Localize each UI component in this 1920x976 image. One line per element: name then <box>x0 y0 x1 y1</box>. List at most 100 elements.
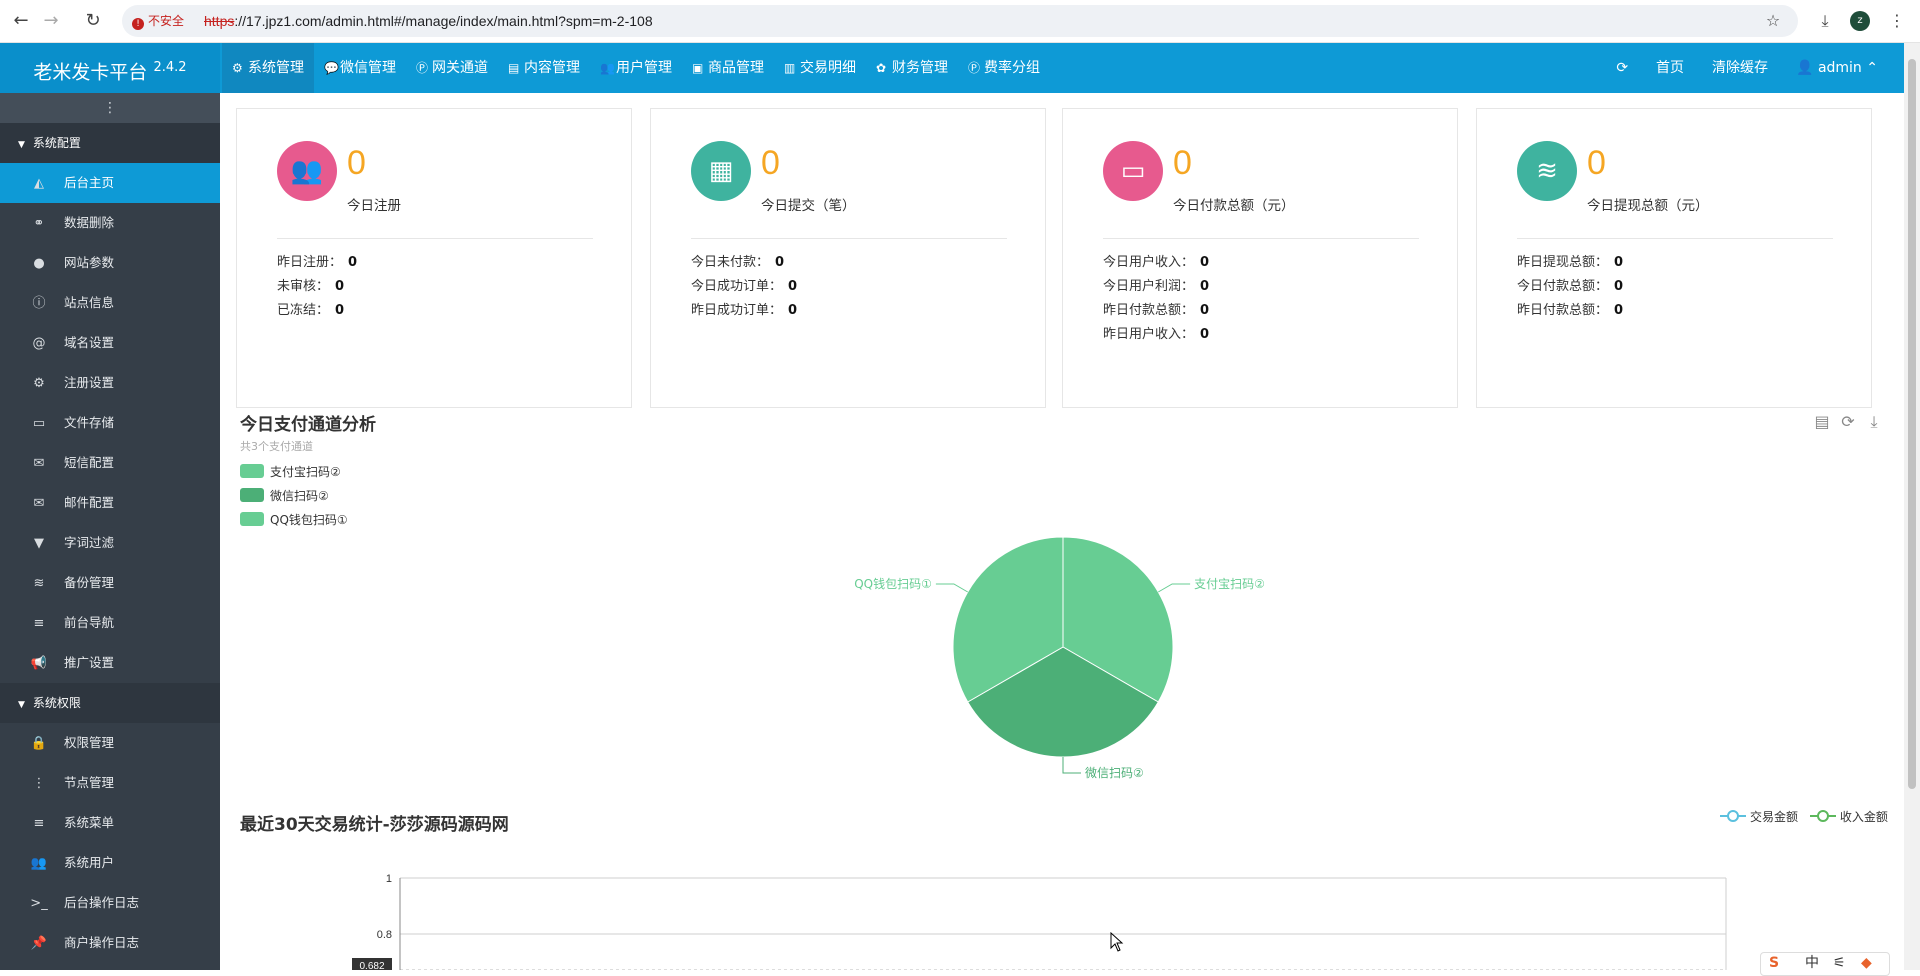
apple-icon: ● <box>33 256 45 271</box>
legend-swatch <box>240 512 264 526</box>
browser-menu-icon[interactable]: ⋮ <box>1884 8 1910 34</box>
menu-item-0[interactable]: ⚙ 系统管理 <box>222 43 314 93</box>
envelope-icon: ✉ <box>33 456 45 471</box>
pie-label-line <box>935 583 968 593</box>
link-icon: ⚭ <box>33 216 45 231</box>
sidebar-item-0-0[interactable]: ◭ 后台主页 <box>0 163 220 203</box>
menu-item-5[interactable]: ▣ 商品管理 <box>682 43 774 93</box>
sidebar-item-0-3[interactable]: ⓘ 站点信息 <box>0 283 220 323</box>
database-icon: ≋ <box>1517 141 1577 201</box>
legend-swatch <box>240 488 264 502</box>
menu-item-label: 交易明细 <box>800 60 856 76</box>
pie-label-line <box>1158 583 1191 593</box>
legend-item-income[interactable]: 收入金额 <box>1809 808 1888 825</box>
sidebar-group-1[interactable]: ▼ 系统权限 <box>0 683 220 723</box>
sidebar-item-1-1[interactable]: ⋮ 节点管理 <box>0 763 220 803</box>
gear-icon: ⚙ <box>33 376 45 391</box>
line-chart: 1 0.8 0.682 <box>352 873 1727 970</box>
sidebar-toggle[interactable]: ⋮ <box>0 93 220 123</box>
sidebar-item-0-8[interactable]: ✉ 邮件配置 <box>0 483 220 523</box>
legend-item-2[interactable]: QQ钱包扫码① <box>240 508 348 532</box>
sidebar-item-1-0[interactable]: 🔒 权限管理 <box>0 723 220 763</box>
legend-item-0[interactable]: 支付宝扫码② <box>240 460 348 484</box>
profile-avatar[interactable]: z <box>1850 11 1870 31</box>
scrollbar-thumb[interactable] <box>1908 59 1916 789</box>
data-view-icon[interactable]: ▤ <box>1812 412 1832 432</box>
users-icon: 👥 <box>277 141 337 201</box>
filter-icon: ▼ <box>34 536 44 551</box>
legend-item-trade[interactable]: 交易金额 <box>1720 808 1798 825</box>
menu-item-8[interactable]: Ⓟ 费率分组 <box>958 43 1050 93</box>
page-scrollbar[interactable] <box>1904 43 1920 970</box>
sidebar-item-0-2[interactable]: ● 网站参数 <box>0 243 220 283</box>
detail-value: 0 <box>1614 255 1624 270</box>
sidebar-item-0-7[interactable]: ✉ 短信配置 <box>0 443 220 483</box>
legend-item-1[interactable]: 微信扫码② <box>240 484 348 508</box>
chevron-up-icon: ⌃ <box>1866 60 1878 76</box>
sidebar-item-0-6[interactable]: ▭ 文件存储 <box>0 403 220 443</box>
ime-punct-icon[interactable]: ⚟ <box>1833 953 1846 973</box>
pie-label: QQ钱包扫码① <box>854 576 932 591</box>
detail-value: 0 <box>775 255 785 270</box>
brand-logo[interactable]: 老米发卡平台 2.4.2 <box>0 43 220 93</box>
sidebar-item-0-4[interactable]: @ 域名设置 <box>0 323 220 363</box>
terminal-icon: >_ <box>30 896 48 911</box>
sidebar-item-label: 注册设置 <box>64 375 115 390</box>
sidebar-item-1-4[interactable]: >_ 后台操作日志 <box>0 883 220 923</box>
sidebar-group-0[interactable]: ▼ 系统配置 <box>0 123 220 163</box>
sidebar-item-label: 后台主页 <box>64 175 115 190</box>
menu-item-2[interactable]: Ⓟ 网关通道 <box>406 43 498 93</box>
reload-icon[interactable]: ↻ <box>80 8 106 34</box>
app-header: 老米发卡平台 2.4.2 ⚙ 系统管理 💬微信管理 Ⓟ 网关通道 ▤ 内容管理 👥用户管理 ▣ 商… <box>0 43 1920 93</box>
sidebar-item-1-5[interactable]: 📌 商户操作日志 <box>0 923 220 963</box>
refresh-icon[interactable]: ⟳ <box>1602 43 1642 93</box>
header-actions: ⟳ 首页 清除缓存 👤 admin ⌃ <box>1602 43 1892 93</box>
ime-toolbar[interactable]: S 中 ⚟ ◆ <box>1760 952 1890 976</box>
sidebar-item-1-2[interactable]: ≡ 系统菜单 <box>0 803 220 843</box>
url-text[interactable]: https://17.jpz1.com/admin.html#/manage/i… <box>204 12 653 30</box>
detail-value: 0 <box>348 255 358 270</box>
sidebar-item-0-9[interactable]: ▼ 字词过滤 <box>0 523 220 563</box>
menu-item-label: 内容管理 <box>524 60 580 76</box>
back-arrow-icon[interactable]: ← <box>8 8 34 34</box>
sidebar-item-label: 商户操作日志 <box>64 935 140 950</box>
sidebar-item-0-5[interactable]: ⚙ 注册设置 <box>0 363 220 403</box>
stat-value: 0 <box>347 144 366 182</box>
sidebar-item-label: 后台操作日志 <box>64 895 140 910</box>
sidebar-item-0-1[interactable]: ⚭ 数据删除 <box>0 203 220 243</box>
user-menu[interactable]: 👤 admin ⌃ <box>1782 43 1892 93</box>
bars-icon: ≡ <box>33 616 45 631</box>
sidebar-item-0-12[interactable]: 📢 推广设置 <box>0 643 220 683</box>
sidebar-item-label: 节点管理 <box>64 775 115 790</box>
divider <box>1517 238 1833 239</box>
pie-chart-subtitle: 共3个支付通道 <box>240 440 313 453</box>
sidebar: ⋮ ▼ 系统配置 ◭ 后台主页 ⚭ 数据删除 ● 网站参数 ⓘ 站点信息 @ 域名设置 ⚙ 注册设置 ▭ 文件… <box>0 93 220 970</box>
sidebar-item-label: 网站参数 <box>64 255 115 270</box>
download-icon[interactable]: ⤓ <box>1812 8 1838 34</box>
warning-icon: ! <box>132 18 144 30</box>
sidebar-item-1-3[interactable]: 👥 系统用户 <box>0 843 220 883</box>
ellipsis-icon: ⋮ <box>32 776 46 791</box>
home-link[interactable]: 首页 <box>1642 43 1698 93</box>
clear-cache-link[interactable]: 清除缓存 <box>1698 43 1782 93</box>
forward-arrow-icon[interactable]: → <box>38 8 64 34</box>
menu-item-3[interactable]: ▤ 内容管理 <box>498 43 590 93</box>
bookmark-star-icon[interactable]: ☆ <box>1760 8 1786 34</box>
download-icon[interactable]: ⤓ <box>1864 412 1884 432</box>
detail-value: 0 <box>788 279 798 294</box>
sidebar-item-0-10[interactable]: ≋ 备份管理 <box>0 563 220 603</box>
address-bar[interactable]: ! 不安全 https://17.jpz1.com/admin.html#/man… <box>122 5 1798 37</box>
ime-skin-icon[interactable]: ◆ <box>1861 953 1872 973</box>
ime-language[interactable]: 中 <box>1805 953 1819 973</box>
menu-item-6[interactable]: ▥ 交易明细 <box>774 43 866 93</box>
info-icon: ⓘ <box>32 296 46 311</box>
paypal-icon: Ⓟ <box>416 61 429 75</box>
security-indicator[interactable]: ! 不安全 <box>132 12 184 30</box>
menu-item-4[interactable]: 👥用户管理 <box>590 43 682 93</box>
restore-icon[interactable]: ⟳ <box>1838 412 1858 432</box>
menu-item-label: 网关通道 <box>432 60 488 76</box>
menu-item-7[interactable]: ✿ 财务管理 <box>866 43 958 93</box>
sidebar-item-label: 短信配置 <box>64 455 115 470</box>
sidebar-item-0-11[interactable]: ≡ 前台导航 <box>0 603 220 643</box>
menu-item-1[interactable]: 💬微信管理 <box>314 43 406 93</box>
